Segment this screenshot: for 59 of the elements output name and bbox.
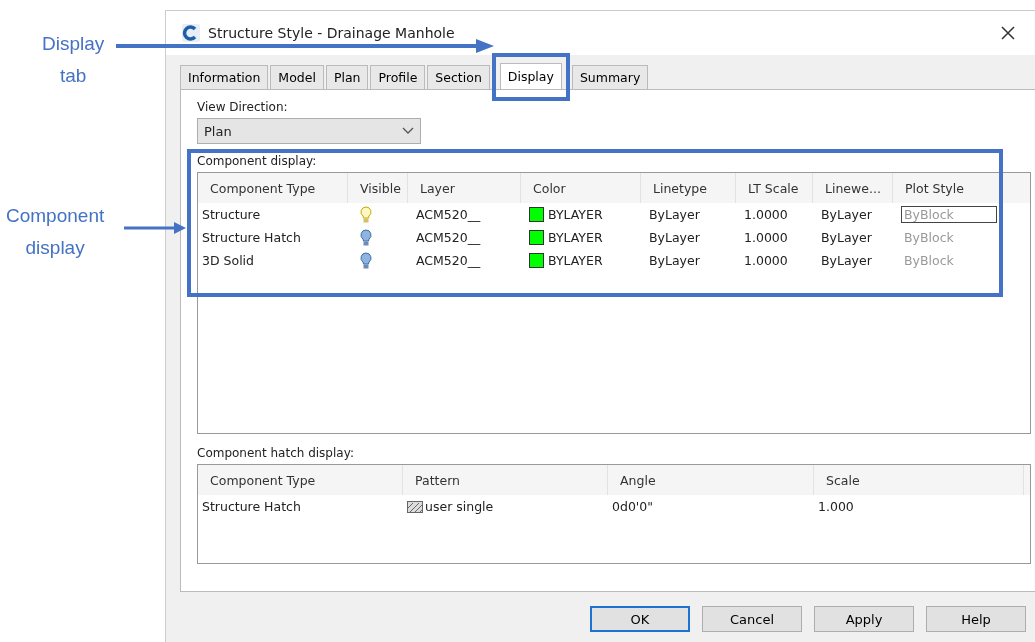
column-header[interactable]: Scale (814, 465, 1024, 495)
column-header[interactable]: Layer (408, 173, 521, 203)
table-cell-text: 1.000 (817, 498, 855, 516)
table-cell-text: 0d0'0" (611, 498, 654, 516)
chevron-down-icon (402, 127, 414, 135)
table-cell-text: ACM520__ (415, 229, 482, 247)
column-header[interactable]: Visible (348, 173, 408, 203)
table-cell-text: 3D Solid (201, 252, 255, 270)
table-cell-text: ByLayer (820, 252, 873, 270)
table-cell-text: 1.0000 (743, 252, 789, 270)
section-label: Component display: (197, 154, 318, 168)
table-cell-text: ACM520__ (415, 206, 482, 224)
column-header[interactable]: Plot Style (893, 173, 1003, 203)
callout-arrow (124, 221, 188, 235)
column-header[interactable]: Linetype (641, 173, 736, 203)
table-cell: BYLAYER (548, 253, 603, 268)
callout-label: Display tab (42, 32, 105, 88)
table-cell-text: ByLayer (820, 206, 873, 224)
field-label: View Direction: (197, 100, 289, 114)
table-cell: BYLAYER (548, 207, 603, 222)
callout-label: Component display (6, 204, 105, 260)
lightbulb-icon[interactable] (360, 251, 372, 270)
column-header[interactable]: Angle (608, 465, 814, 495)
table-cell: BYLAYER (548, 230, 603, 245)
table-cell-text: ByLayer (648, 252, 701, 270)
table-cell-text: Structure (201, 206, 262, 224)
window-title: Structure Style - Drainage Manhole (208, 25, 456, 41)
section-label: Component hatch display: (197, 446, 355, 460)
table-cell-text: Structure Hatch (201, 229, 302, 247)
app-icon (182, 24, 200, 42)
tab[interactable]: Summary (571, 65, 649, 89)
tab[interactable]: Display (499, 63, 562, 89)
dialog-button[interactable]: Cancel (702, 606, 802, 632)
column-header[interactable]: Component Type (198, 465, 403, 495)
table-cell-text: ByLayer (648, 206, 701, 224)
table-cell-text: Structure Hatch (201, 498, 302, 516)
tab[interactable]: Information (180, 65, 269, 89)
column-header[interactable]: Pattern (403, 465, 608, 495)
dialog-button[interactable]: Help (926, 606, 1026, 632)
close-icon[interactable] (1000, 25, 1016, 41)
dialog-button[interactable]: OK (590, 606, 690, 632)
lightbulb-icon[interactable] (360, 228, 372, 247)
column-header[interactable]: Component Type (198, 173, 348, 203)
column-header[interactable]: LT Scale (736, 173, 813, 203)
tab[interactable]: Profile (370, 65, 426, 89)
tab[interactable]: Plan (325, 65, 369, 89)
dialog-button[interactable]: Apply (814, 606, 914, 632)
tab[interactable]: Section (427, 65, 490, 89)
view-direction-dropdown[interactable]: Plan (197, 118, 421, 144)
column-header[interactable]: Linewe... (813, 173, 893, 203)
hatch-pattern-icon (407, 500, 423, 513)
table-cell-text: ACM520__ (415, 252, 482, 270)
table-cell-text: ByLayer (820, 229, 873, 247)
table-cell-text: 1.0000 (743, 206, 789, 224)
tab[interactable]: Model (270, 65, 324, 89)
table-cell: user single (425, 499, 494, 514)
table-cell-text: 1.0000 (743, 229, 789, 247)
column-header[interactable]: Color (521, 173, 641, 203)
table-cell-text: ByLayer (648, 229, 701, 247)
